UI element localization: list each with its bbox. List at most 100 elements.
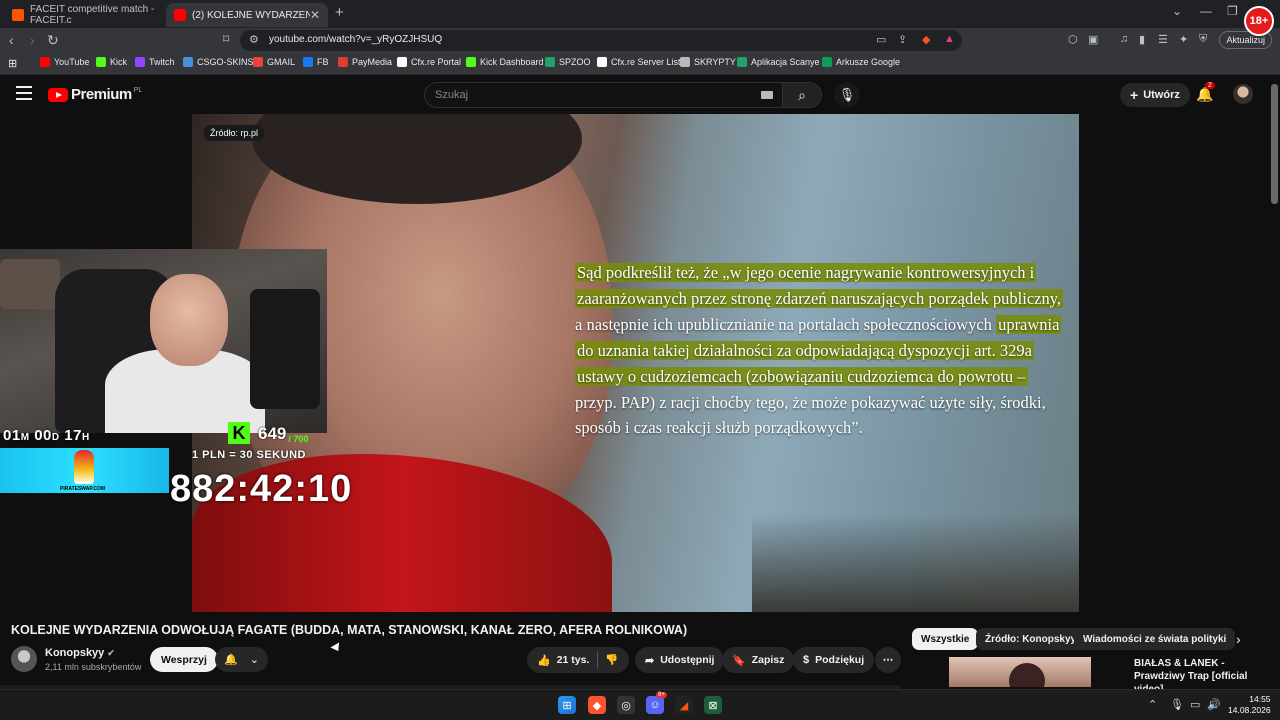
minimize-button[interactable]: — [1200,4,1212,18]
search-button[interactable]: ⌕ [782,82,822,108]
court-quote: Sąd podkreślił też, że „w jego ocenie na… [575,260,1067,441]
recommended-thumbnail[interactable] [949,657,1091,687]
extension-icon[interactable]: ⬡ [1068,33,1078,46]
url-text[interactable]: youtube.com/watch?v=_yRyOZJHSUQ [269,34,442,45]
bookmark-skrypty[interactable]: SKRYPTY [680,57,736,67]
bookmark-cfx-portal[interactable]: Cfx.re Portal [397,57,461,67]
display-icon[interactable]: ▭ [1190,698,1200,711]
bookmark-cfx-server-list[interactable]: Cfx.re Server List [597,57,681,67]
divider [597,652,598,668]
twitch-icon [135,57,145,67]
bookmark-fb[interactable]: FB [303,57,329,67]
streamer-head [150,274,228,366]
search-input[interactable]: Szukaj [424,82,784,108]
paymedia-icon [338,57,348,67]
bookmark-twitch[interactable]: Twitch [135,57,175,67]
video-title: KOLEJNE WYDARZENIA ODWOŁUJĄ FAGATE (BUDD… [11,623,688,637]
bookmark-csgo-skins[interactable]: CSGO-SKINS [183,57,254,67]
bookmark-kick-dashboard[interactable]: Kick Dashboard [466,57,544,67]
channel-avatar[interactable] [11,646,37,672]
bookmark-spzoo[interactable]: SPZOO [545,57,591,67]
thumbs-down-icon[interactable]: 👎 [605,653,618,666]
share-icon[interactable]: ⇪ [898,33,907,46]
notification-count: 2 [1205,82,1215,89]
voice-search-button[interactable]: 🎙 [834,82,860,108]
menu-icon[interactable] [16,86,32,100]
reload-icon[interactable]: ↻ [47,32,59,49]
create-button[interactable]: + Utwórz [1120,83,1190,107]
address-bar[interactable]: ⚙ youtube.com/watch?v=_yRyOZJHSUQ ▭ ⇪ ◆ … [240,30,962,51]
chip-source[interactable]: Źródło: Konopskyy [976,628,1086,650]
back-icon[interactable]: ‹ [9,32,14,48]
avatar[interactable] [1233,84,1253,104]
tab-title: (2) KOLEJNE WYDARZENIA OI [192,9,310,21]
clock-time: 14:55 [1249,694,1271,704]
save-button[interactable]: 🔖 Zapisz [722,647,795,673]
media-icon[interactable]: ♫ [1120,33,1128,45]
share-arrow-icon: ➦ [645,654,655,667]
tab-faceit[interactable]: FACEIT competitive match - FACEIT.c [4,3,164,27]
bookmark-scanye[interactable]: Aplikacja Scanye [737,57,820,67]
channel-name[interactable]: Konopskyy ✔ [45,647,115,659]
excel-icon[interactable]: ⊠ [704,696,722,714]
vpn-icon[interactable]: ⛨ [1199,33,1207,46]
kick-sub-counter: K 649 / 700 [228,422,308,444]
share-button[interactable]: ➦ Udostępnij [635,647,725,673]
tab-youtube[interactable]: (2) KOLEJNE WYDARZENIA OI ✕ [166,3,328,27]
bookmark-gmail[interactable]: GMAIL [253,57,295,67]
search-placeholder: Szukaj [435,89,469,101]
steam-icon[interactable]: ◎ [617,696,635,714]
bookmark-paymedia[interactable]: PayMedia [338,57,392,67]
bookmark-google-sheets[interactable]: Arkusze Google [822,57,900,67]
mouse-cursor [330,642,343,654]
forward-icon[interactable]: › [30,32,35,48]
restore-button[interactable]: ❐ [1227,4,1238,18]
chevron-up-icon[interactable]: ⌃ [1148,698,1157,711]
tab-search-icon[interactable]: ⌄ [1172,4,1182,18]
chevron-right-icon[interactable]: › [1236,631,1241,647]
brave-shield-icon[interactable]: ◆ [922,33,930,46]
reading-list-icon[interactable]: ☰ [1158,33,1168,46]
more-actions-button[interactable]: ⋯ [875,647,901,673]
system-clock[interactable]: 14:55 14.08.2026 [1228,694,1271,716]
brave-browser-icon[interactable]: ◆ [588,696,606,714]
youtube-logo[interactable]: Premium PL [48,86,142,103]
bookmark-icon[interactable]: ⌑ [223,32,229,46]
bookmark-youtube[interactable]: YouTube [40,57,89,67]
new-tab-button[interactable]: + [335,4,344,21]
chip-all[interactable]: Wszystkie [912,628,979,650]
discord-icon[interactable]: ☺ 9+ [646,692,667,714]
support-button[interactable]: Wesprzyj [150,647,218,672]
close-tab-icon[interactable]: ✕ [310,8,320,22]
timer-months: 01 [3,427,21,444]
windows-start-icon[interactable]: ⊞ [558,696,576,714]
source-tag: Źródło: rp.pl [204,125,265,141]
microphone-icon: 🎙 [838,87,856,102]
wallet-icon[interactable]: ▣ [1088,33,1098,46]
bookmarks-bar: ⊞ YouTube Kick Twitch CSGO-SKINS GMAIL F… [0,53,1280,75]
subscription-bell-button[interactable]: 🔔 ⌄ [215,647,268,672]
page-scrollbar[interactable] [1271,84,1278,204]
chip-politics[interactable]: Wiadomości ze świata polityki [1074,628,1236,650]
browser-toolbar: ‹ › ↻ ⌑ ⚙ youtube.com/watch?v=_yRyOZJHSU… [0,28,1280,53]
notifications-button[interactable]: 🔔 2 [1196,82,1215,103]
volume-icon[interactable]: 🔊 [1207,698,1221,711]
cast-icon[interactable]: ▭ [876,33,886,46]
sidebar-icon[interactable]: ▮ [1139,33,1145,46]
ai-icon[interactable]: ✦ [1179,33,1188,46]
timer-days: 00 [34,427,52,444]
like-button[interactable]: 👍 21 tys. 👎 [527,647,629,673]
thanks-button[interactable]: $ Podziękuj [793,647,875,673]
youtube-play-icon [48,87,68,102]
keyboard-icon[interactable] [761,91,773,99]
site-info-icon[interactable]: ⚙ [249,33,259,46]
promo-label: PIRATESWAP.COM [60,486,106,492]
profile-badge[interactable]: 18+ [1244,6,1274,36]
channel-name-text[interactable]: Konopskyy [45,647,104,659]
brave-rewards-icon[interactable]: ▲ [944,33,955,45]
bookmark-kick[interactable]: Kick [96,57,127,67]
logo-region: PL [133,87,143,94]
apps-icon[interactable]: ⊞ [8,57,17,70]
microphone-icon[interactable]: 🎙 [1170,698,1184,711]
faceit-taskbar-icon[interactable]: ◢ [675,696,693,714]
